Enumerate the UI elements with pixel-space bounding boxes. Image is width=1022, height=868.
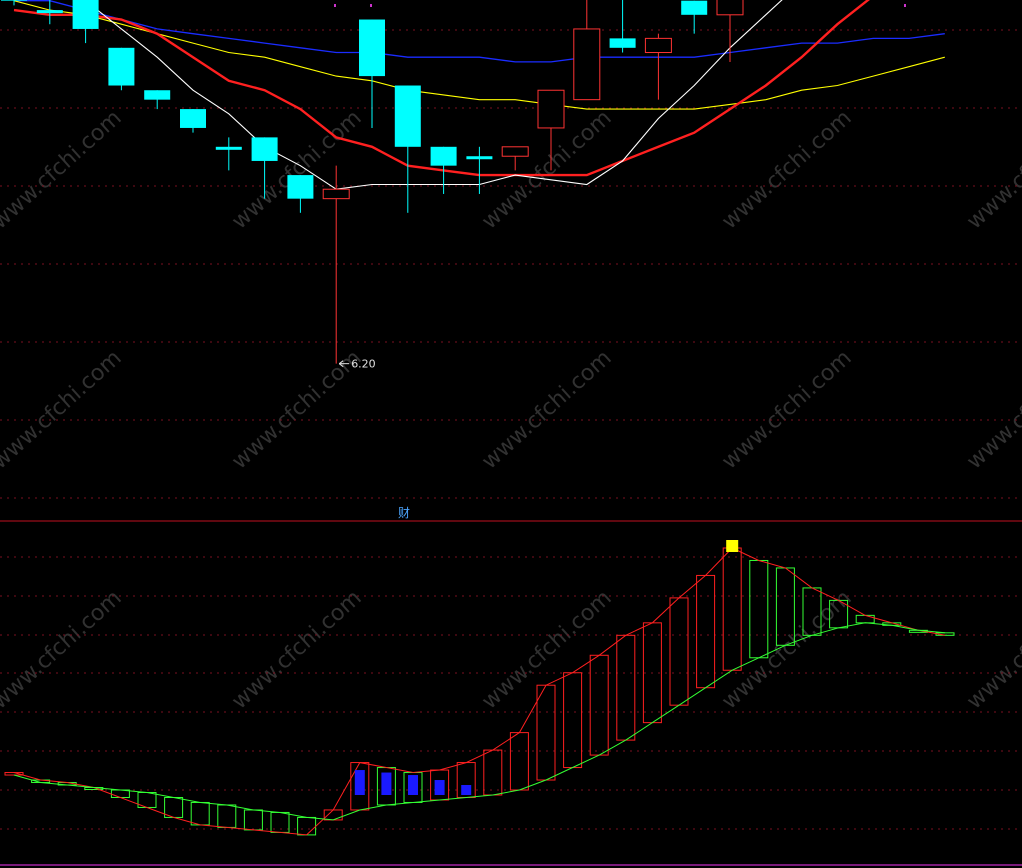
oscillator-blue-bar [434, 780, 445, 795]
candle-body [108, 47, 135, 86]
watermark-text: www.cfchi.com [477, 346, 616, 475]
candle-body [322, 188, 350, 200]
candle-body [644, 37, 672, 54]
candle-body [215, 146, 242, 150]
oscillator-bar [855, 614, 875, 624]
candle [287, 175, 314, 213]
grid [0, 4, 1022, 830]
top-marker [334, 4, 336, 7]
candle-body [716, 0, 744, 16]
candle [394, 85, 421, 213]
oscillator-bar [536, 684, 556, 781]
oscillator-blue-bar [381, 772, 392, 795]
oscillator-bar [323, 809, 343, 821]
oscillator-bar [749, 559, 769, 659]
candle [573, 0, 601, 101]
oscillator-peak-marker [726, 540, 739, 552]
candle-body [466, 156, 493, 160]
oscillator-bar [164, 796, 184, 818]
watermark-text: www.cfchi.com [227, 346, 366, 475]
candle-body [287, 175, 314, 199]
watermark-text: www.cfchi.com [227, 106, 366, 235]
oscillator-blue-bar [408, 775, 418, 795]
watermark-text: www.cfchi.com [0, 106, 127, 235]
oscillator-bar [696, 574, 716, 689]
oscillator-bar [217, 804, 237, 828]
oscillator-bar [669, 597, 689, 706]
candle [322, 165, 350, 364]
watermark-text: www.cfchi.com [962, 346, 1022, 475]
candle [215, 137, 242, 171]
oscillator-bar [509, 732, 529, 791]
candle-body [180, 109, 206, 128]
oscillator-bar [616, 634, 636, 741]
candle [681, 0, 708, 34]
candle [72, 0, 99, 44]
candle [108, 47, 135, 91]
candle [144, 90, 171, 110]
oscillator-bar [297, 816, 317, 836]
oscillator-bar [589, 654, 609, 756]
candle-body [144, 90, 171, 100]
candle [359, 19, 385, 128]
top-marker [904, 4, 906, 7]
candle [716, 0, 744, 62]
candle-body [36, 10, 63, 14]
candle [501, 146, 529, 171]
candle-body [72, 0, 99, 29]
oscillator-value-line [13, 547, 946, 836]
finance-marker[interactable]: 财 [398, 506, 410, 520]
candle-body [430, 146, 457, 166]
oscillator-bar [110, 789, 130, 798]
watermark-text: www.cfchi.com [0, 586, 127, 715]
annotation-label: 6.20 [351, 358, 376, 371]
watermark-text: www.cfchi.com [962, 106, 1022, 235]
candlestick-series [1, 0, 744, 364]
oscillator-bar [190, 801, 210, 826]
watermark-text: www.cfchi.com [477, 586, 616, 715]
candle-body [394, 85, 421, 147]
watermark-text: www.cfchi.com [717, 346, 856, 475]
candle-body [359, 19, 385, 77]
oscillator-bar [483, 749, 503, 796]
candle-body [537, 89, 565, 129]
candle-body [609, 38, 636, 48]
top-marker [370, 4, 372, 7]
oscillator-bar [722, 547, 742, 671]
watermark-text: www.cfchi.com [0, 346, 127, 475]
watermark-text: www.cfchi.com [962, 586, 1022, 715]
oscillator-blue-bar [354, 770, 365, 795]
candle-body [1, 0, 27, 1]
candle-body [573, 28, 601, 101]
oscillator-series [4, 540, 955, 836]
watermark-text: www.cfchi.com [717, 586, 856, 715]
candle-body [501, 146, 529, 157]
watermark-text: www.cfchi.com [717, 106, 856, 235]
oscillator-blue-bar [461, 785, 472, 795]
stock-chart: www.cfchi.com www.cfchi.com www.cfchi.com w… [0, 0, 1022, 866]
candle-body [681, 0, 708, 15]
oscillator-bar [243, 809, 263, 831]
candle [466, 146, 493, 194]
oscillator-bar [563, 672, 583, 769]
candle [180, 109, 206, 133]
candle [644, 33, 672, 100]
watermark-text: www.cfchi.com [227, 586, 366, 715]
candle [609, 0, 636, 53]
candle-body [251, 137, 278, 161]
